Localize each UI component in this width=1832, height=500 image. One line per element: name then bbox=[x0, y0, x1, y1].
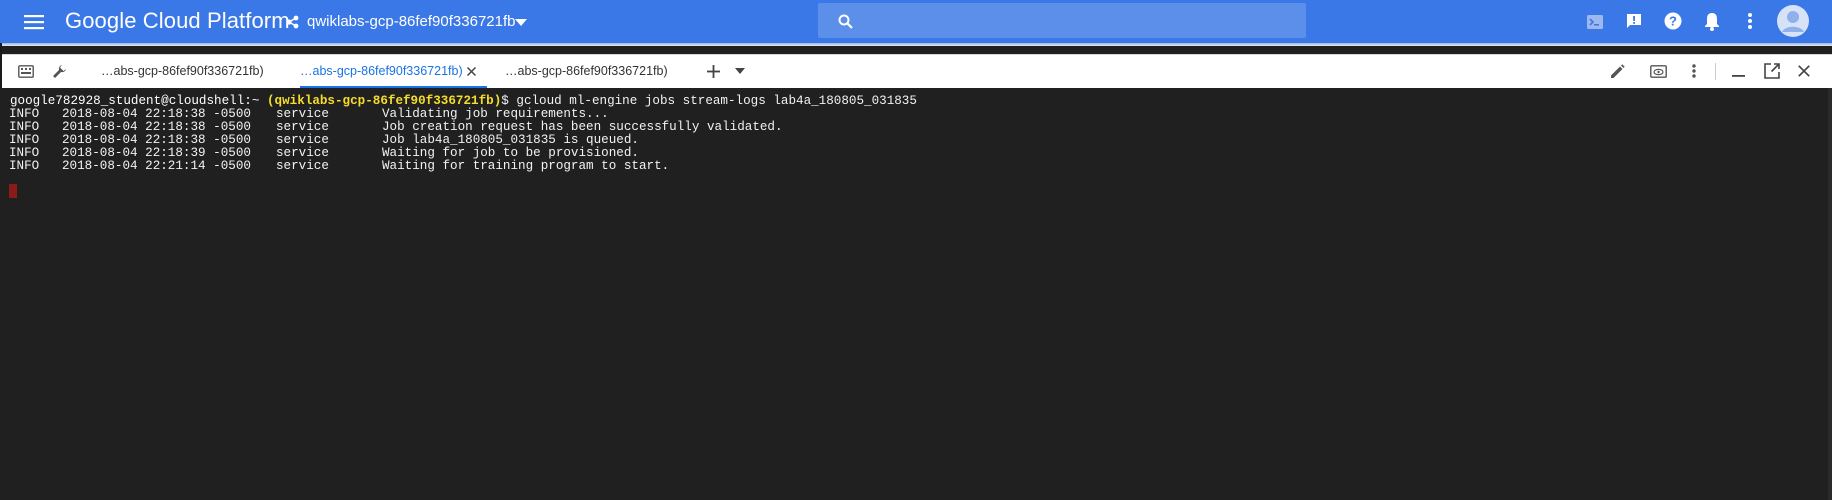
log-timestamp: 2018-08-04 22:21:14 -0500 bbox=[62, 159, 251, 173]
wrench-icon[interactable] bbox=[50, 63, 68, 79]
more-vert-icon[interactable] bbox=[1688, 63, 1700, 79]
header-shadow bbox=[0, 43, 1832, 46]
edit-icon[interactable] bbox=[1608, 63, 1626, 79]
keyboard-icon[interactable] bbox=[17, 63, 35, 79]
open-new-window-icon[interactable] bbox=[1762, 62, 1782, 80]
terminal-cursor bbox=[9, 184, 17, 198]
cloud-shell-icon[interactable] bbox=[1584, 11, 1606, 33]
project-selector[interactable]: qwiklabs-gcp-86fef90f336721fb bbox=[307, 12, 515, 32]
terminal-scrollbar[interactable] bbox=[1828, 88, 1832, 500]
log-source: service bbox=[276, 159, 329, 173]
tab-dropdown-icon[interactable] bbox=[734, 67, 746, 75]
prompt-project: (qwiklabs-gcp-86fef90f336721fb) bbox=[266, 94, 502, 108]
search-bar[interactable] bbox=[818, 3, 1306, 38]
shell-tab-2[interactable]: …abs-gcp-86fef90f336721fb) bbox=[300, 55, 487, 88]
brand-title[interactable]: Google Cloud Platform bbox=[65, 8, 290, 34]
terminal[interactable]: google782928_student@cloudshell:~ (qwikl… bbox=[0, 88, 1828, 500]
log-message: Waiting for training program to start. bbox=[382, 159, 670, 173]
top-app-bar: Google Cloud Platform qwiklabs-gcp-86fef… bbox=[0, 0, 1832, 46]
svg-text:?: ? bbox=[1669, 14, 1677, 29]
minimize-icon[interactable] bbox=[1729, 63, 1747, 79]
close-icon[interactable] bbox=[465, 65, 477, 77]
shell-tab-strip: …abs-gcp-86fef90f336721fb) …abs-gcp-86fe… bbox=[0, 54, 1832, 89]
project-icon[interactable] bbox=[284, 13, 302, 31]
account-avatar-icon[interactable] bbox=[1776, 4, 1810, 38]
close-shell-icon[interactable] bbox=[1795, 63, 1813, 79]
menu-icon[interactable] bbox=[22, 10, 46, 34]
shell-tab-3[interactable]: …abs-gcp-86fef90f336721fb) bbox=[505, 55, 668, 88]
search-icon[interactable] bbox=[836, 12, 854, 30]
help-icon[interactable]: ? bbox=[1662, 10, 1684, 32]
shell-tab-label: …abs-gcp-86fef90f336721fb) bbox=[300, 64, 463, 78]
prompt-user: google782928_student@cloudshell:~ bbox=[10, 94, 260, 108]
shell-tab-1[interactable]: …abs-gcp-86fef90f336721fb) bbox=[101, 55, 264, 88]
notifications-icon[interactable] bbox=[1701, 10, 1723, 32]
more-vert-icon[interactable] bbox=[1742, 10, 1758, 32]
web-preview-icon[interactable] bbox=[1648, 63, 1668, 79]
toolbar-divider bbox=[1715, 63, 1716, 80]
command-text: $ gcloud ml-engine jobs stream-logs lab4… bbox=[501, 94, 917, 108]
add-tab-icon[interactable] bbox=[705, 63, 721, 79]
feedback-icon[interactable] bbox=[1623, 10, 1645, 32]
log-level: INFO bbox=[9, 159, 40, 173]
dropdown-icon[interactable] bbox=[513, 15, 529, 29]
